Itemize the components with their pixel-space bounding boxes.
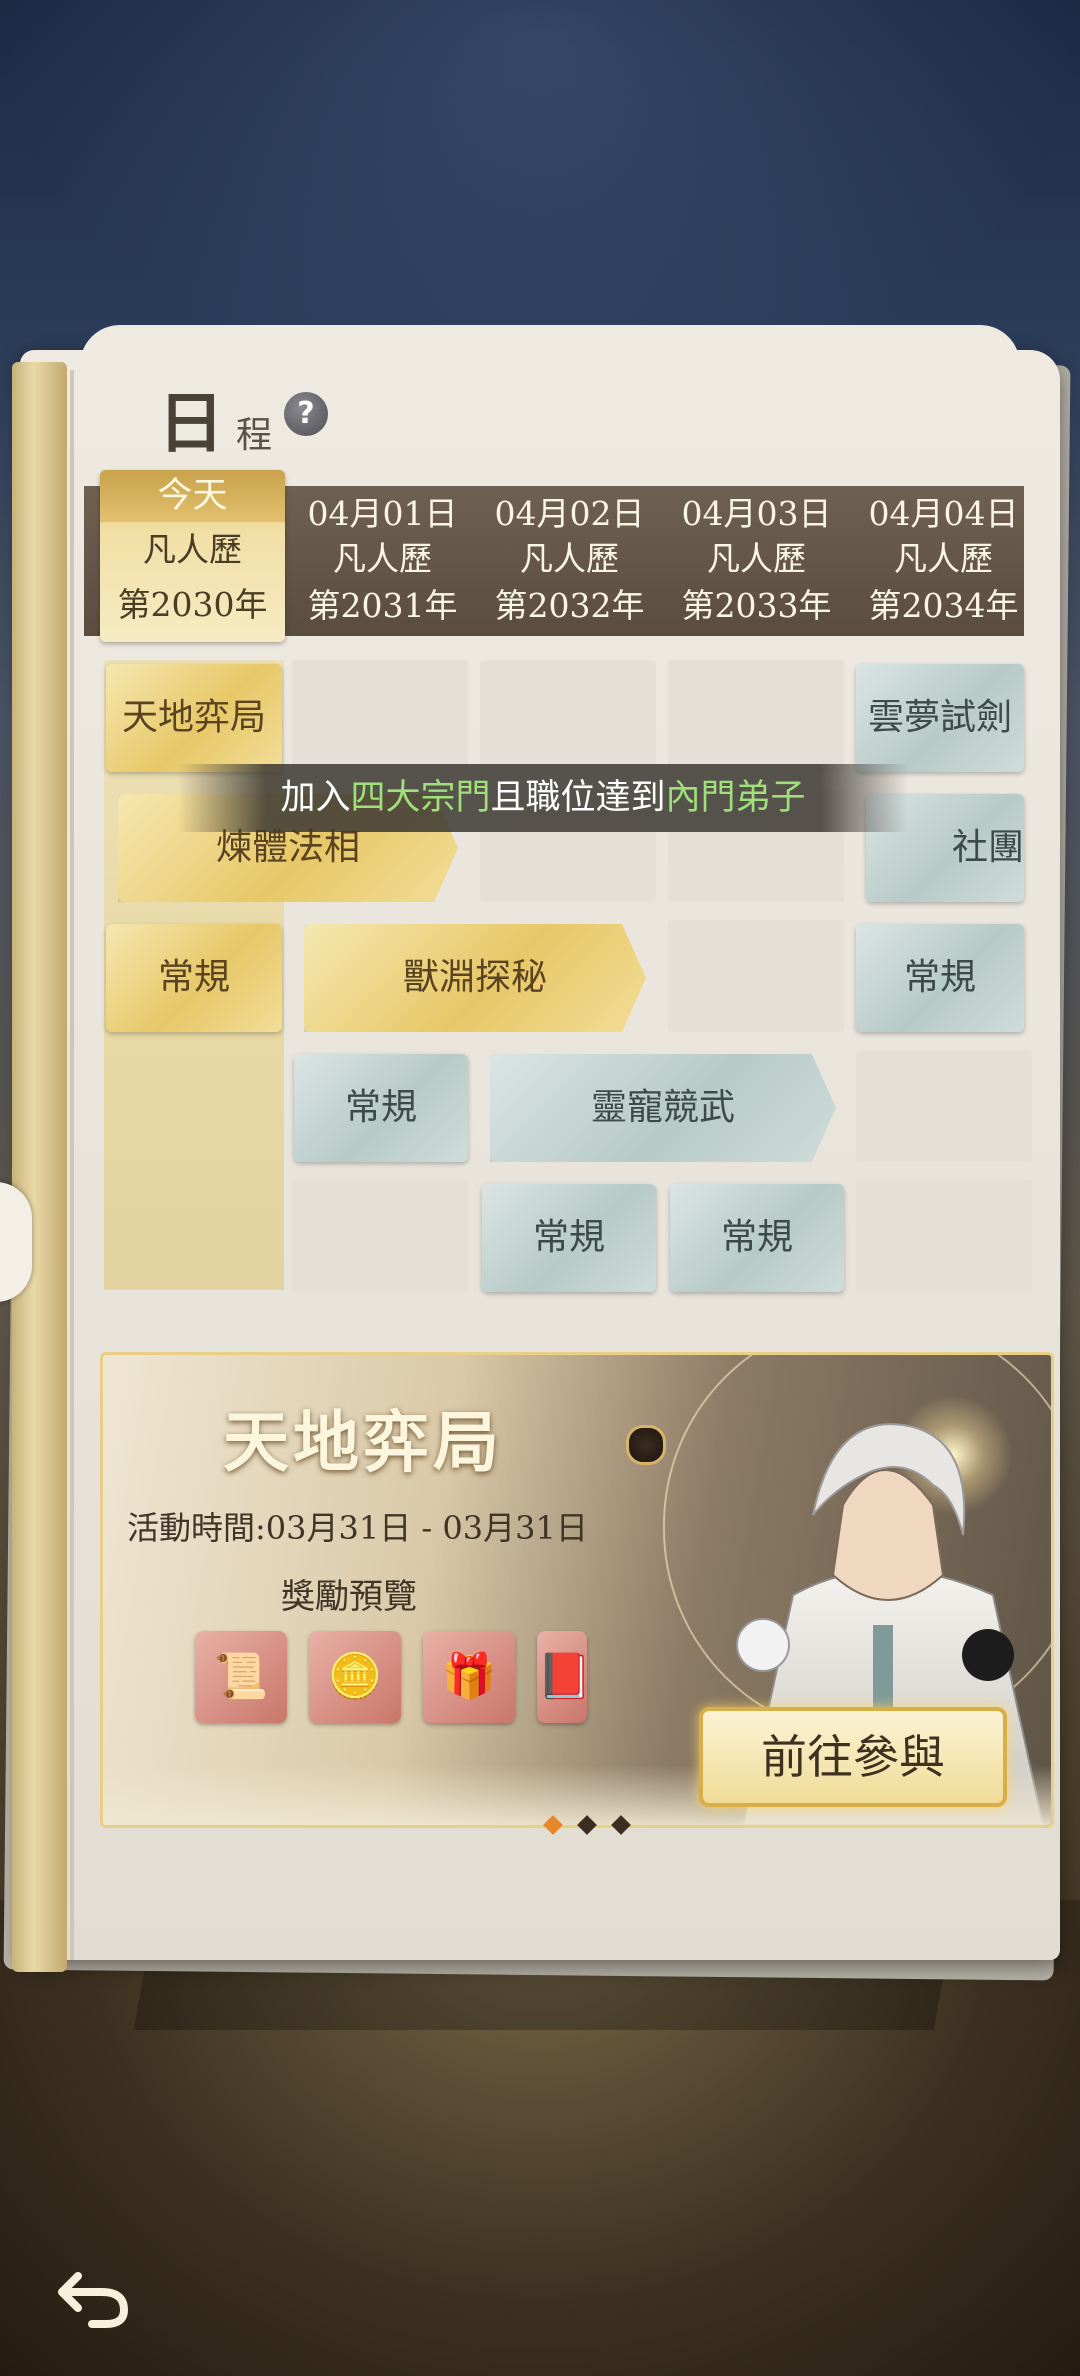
day-calendar: 凡人歷 [520,539,619,578]
day-header-today[interactable]: 今天 凡人歷 第2030年 [100,470,285,642]
event-linglong-jingwu[interactable]: 靈寵競武 [490,1054,836,1162]
banner-time: 活動時間:03月31日 - 03月31日 [127,1509,588,1547]
event-shouyuan-tanmi[interactable]: 獸淵探秘 [304,924,646,1032]
page-title: 日 [158,384,224,462]
day-date: 今天 [100,470,285,522]
event-changgui[interactable]: 常規 [106,924,282,1032]
back-arrow-icon[interactable] [56,2258,132,2334]
reward-preview-label: 獎勵預覽 [281,1577,417,1617]
day-calendar: 凡人歷 [333,539,432,578]
reward-book-icon[interactable]: 📕 [537,1631,592,1723]
event-changgui[interactable]: 常規 [294,1054,468,1162]
help-icon[interactable]: ? [284,392,328,436]
day-calendar: 凡人歷 [143,530,242,569]
day-year: 第2034年 [868,586,1019,625]
tooltip-highlight: 四大宗門 [350,778,491,818]
book-spine-line [70,370,74,1960]
reward-chest-icon[interactable]: 🎁 [423,1631,515,1723]
grid-cell [856,1180,1032,1292]
grid-cell [668,660,844,772]
day-header-2[interactable]: 04月02日 凡人歷 第2032年 [476,486,663,636]
tooltip-text: 且職位達到 [490,778,666,818]
event-yunmeng-shijian[interactable]: 雲夢試劍 [856,664,1024,772]
grid-cell [668,920,844,1032]
day-date: 04月03日 [681,494,832,533]
grid-cell [292,1180,468,1292]
day-year: 第2032年 [494,586,645,625]
day-header-4[interactable]: 04月04日 凡人歷 第2034年 [850,486,1037,636]
go-stone-decor [626,1425,666,1465]
event-changgui[interactable]: 常規 [670,1184,844,1292]
day-calendar: 凡人歷 [894,539,993,578]
event-tiandi-yiju[interactable]: 天地弈局 [106,664,282,772]
day-date: 04月02日 [494,494,645,533]
event-banner[interactable]: 天地弈局 活動時間:03月31日 - 03月31日 獎勵預覽 📜 🪙 🎁 📕 前… [100,1352,1054,1828]
day-date: 04月04日 [868,494,1019,533]
reward-scroll-icon[interactable]: 📜 [195,1631,287,1723]
tooltip-text: 加入 [280,778,351,818]
day-year: 第2033年 [681,586,832,625]
grid-cell [480,660,656,772]
day-date: 04月01日 [307,494,458,533]
day-year: 第2031年 [307,586,458,625]
requirement-tooltip: 加入四大宗門且職位達到內門弟子 [178,764,908,832]
join-event-button[interactable]: 前往參與 [699,1707,1007,1807]
day-year: 第2030年 [117,585,268,624]
event-changgui[interactable]: 常規 [482,1184,656,1292]
tooltip-highlight: 內門弟子 [665,778,806,818]
grid-cell [292,660,468,772]
day-calendar: 凡人歷 [707,539,806,578]
book-spine [12,362,67,1972]
page-title-sub: 程 [236,415,273,456]
banner-title: 天地弈局 [223,1403,503,1481]
event-changgui[interactable]: 常規 [856,924,1024,1032]
day-header-3[interactable]: 04月03日 凡人歷 第2033年 [663,486,850,636]
reward-token-icon[interactable]: 🪙 [309,1631,401,1723]
day-header-1[interactable]: 04月01日 凡人歷 第2031年 [289,486,476,636]
grid-cell [856,1050,1032,1162]
